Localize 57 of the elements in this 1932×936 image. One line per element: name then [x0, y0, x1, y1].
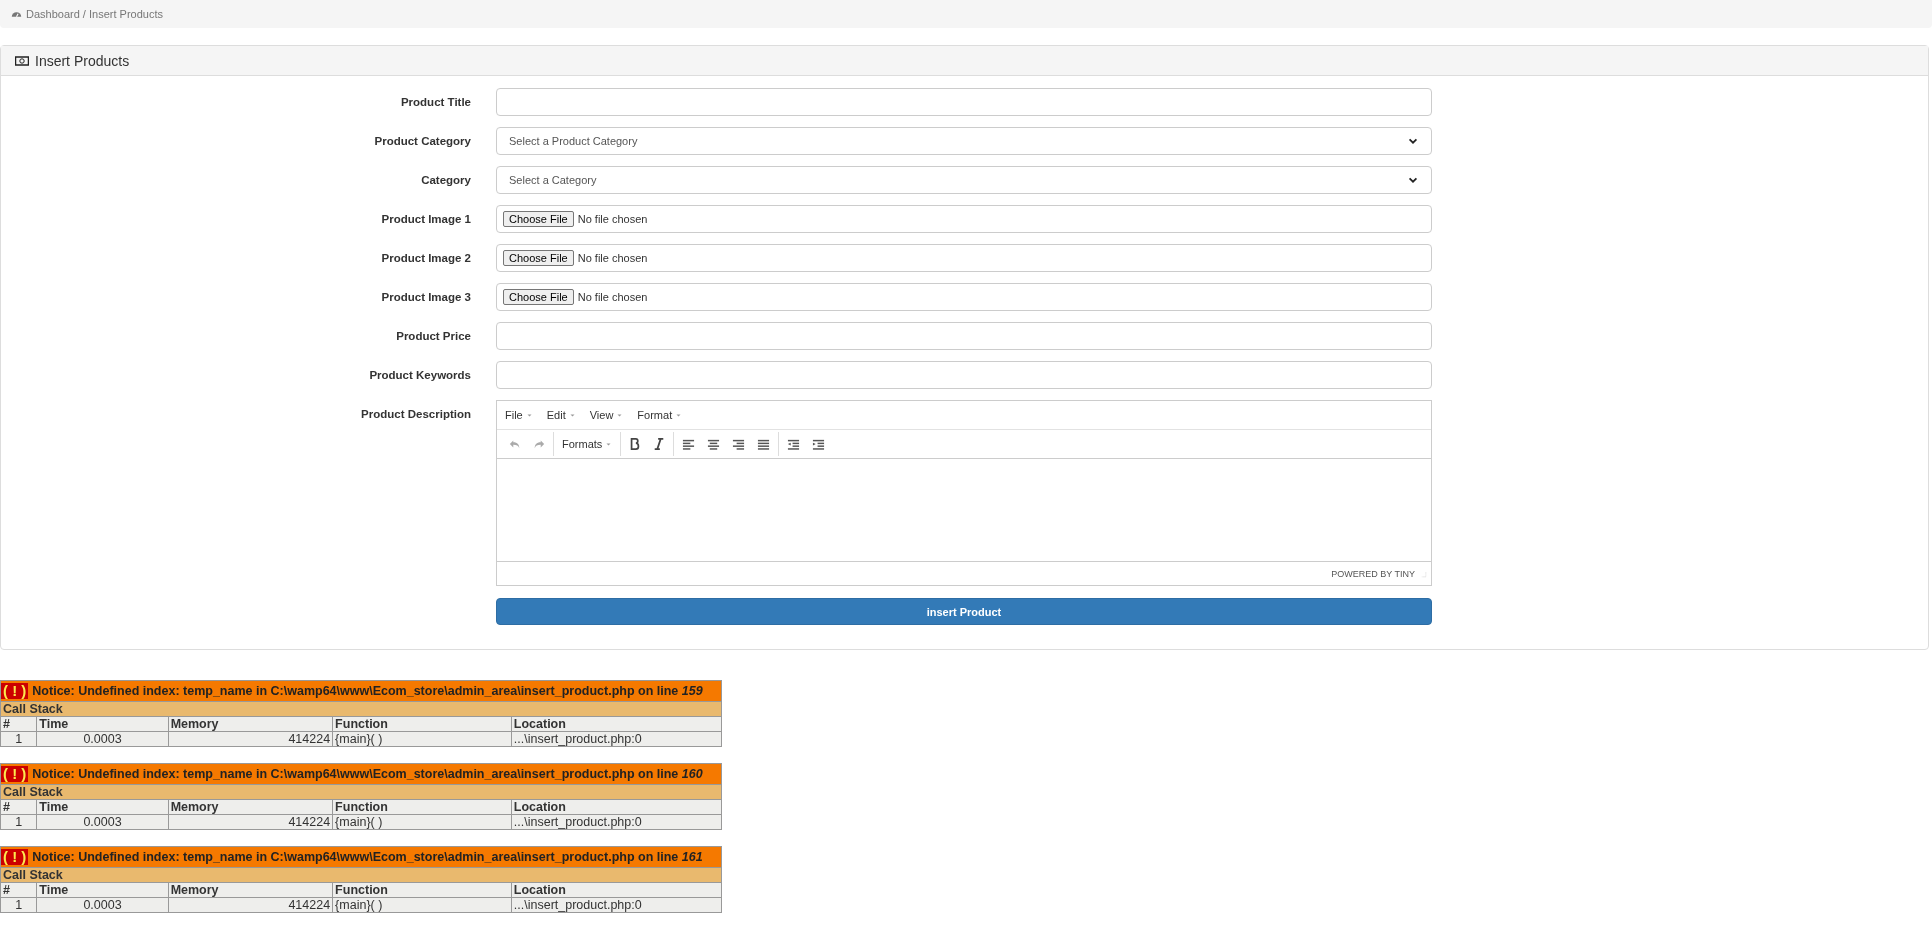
italic-icon: [653, 438, 666, 450]
align-left-button[interactable]: [682, 437, 696, 451]
notice-message: Notice: Undefined index: temp_name in C:\wamp64\www\Ecom_store\admin_area\insert_product.php on line 161: [32, 850, 703, 864]
justify-icon: [757, 437, 771, 451]
indent-icon: [812, 437, 826, 451]
warning-badge: ( ! ): [1, 849, 29, 865]
file-status: No file chosen: [577, 252, 648, 264]
menu-item[interactable]: Format: [637, 409, 683, 421]
text-input[interactable]: [496, 88, 1432, 116]
formats-dropdown[interactable]: Formats: [562, 438, 613, 450]
file-input[interactable]: Choose File No file chosen: [496, 283, 1432, 311]
outdent-button[interactable]: [787, 437, 801, 451]
field-label: Product Title: [399, 95, 471, 108]
text-input[interactable]: [496, 361, 1432, 389]
choose-file-button[interactable]: Choose File: [503, 289, 574, 305]
field-label: Product Image 2: [380, 251, 471, 264]
warning-badge: ( ! ): [1, 683, 29, 699]
justify-button[interactable]: [757, 437, 771, 451]
italic-button[interactable]: [653, 438, 666, 450]
menu-item[interactable]: Edit: [546, 409, 576, 421]
warning-badge: ( ! ): [1, 766, 29, 782]
outdent-icon: [787, 437, 801, 451]
indent-button[interactable]: [812, 437, 826, 451]
align-right-button[interactable]: [732, 437, 746, 451]
field-label: Product Category: [373, 134, 471, 147]
file-status: No file chosen: [577, 213, 648, 225]
align-center-icon: [707, 437, 721, 451]
menu-item[interactable]: File: [505, 409, 533, 421]
bold-icon: [629, 438, 642, 450]
field-label: Product Image 3: [380, 290, 471, 303]
align-left-icon: [682, 437, 696, 451]
text-input[interactable]: [496, 322, 1432, 350]
submit-button[interactable]: insert Product: [496, 598, 1432, 625]
choose-file-button[interactable]: Choose File: [503, 211, 574, 227]
menu-item[interactable]: View: [589, 409, 624, 421]
undo-icon: [509, 438, 521, 450]
field-label: Product Description: [360, 407, 471, 420]
align-center-button[interactable]: [707, 437, 721, 451]
select-dropdown[interactable]: Select a Product Category: [496, 127, 1432, 155]
select-dropdown[interactable]: Select a Category: [496, 166, 1432, 194]
field-label: Product Price: [395, 329, 471, 342]
powered-by-text: POWERED BY TINY: [1331, 568, 1415, 579]
field-label: Category: [420, 173, 471, 186]
notice-message: Notice: Undefined index: temp_name in C:\wamp64\www\Ecom_store\admin_area\insert_product.php on line 159: [32, 684, 703, 698]
file-input[interactable]: Choose File No file chosen: [496, 205, 1432, 233]
money-icon: [15, 53, 29, 68]
field-label: Product Keywords: [368, 368, 471, 381]
align-right-icon: [732, 437, 746, 451]
file-input[interactable]: Choose File No file chosen: [496, 244, 1432, 272]
file-status: No file chosen: [577, 291, 648, 303]
notice-message: Notice: Undefined index: temp_name in C:\wamp64\www\Ecom_store\admin_area\insert_product.php on line 160: [32, 767, 703, 781]
field-label: Product Image 1: [380, 212, 471, 225]
redo-icon: [533, 438, 545, 450]
breadcrumb[interactable]: Dashboard / Insert Products: [26, 8, 163, 20]
choose-file-button[interactable]: Choose File: [503, 250, 574, 266]
bold-button[interactable]: [629, 438, 642, 450]
panel-title: Insert Products: [35, 52, 130, 69]
